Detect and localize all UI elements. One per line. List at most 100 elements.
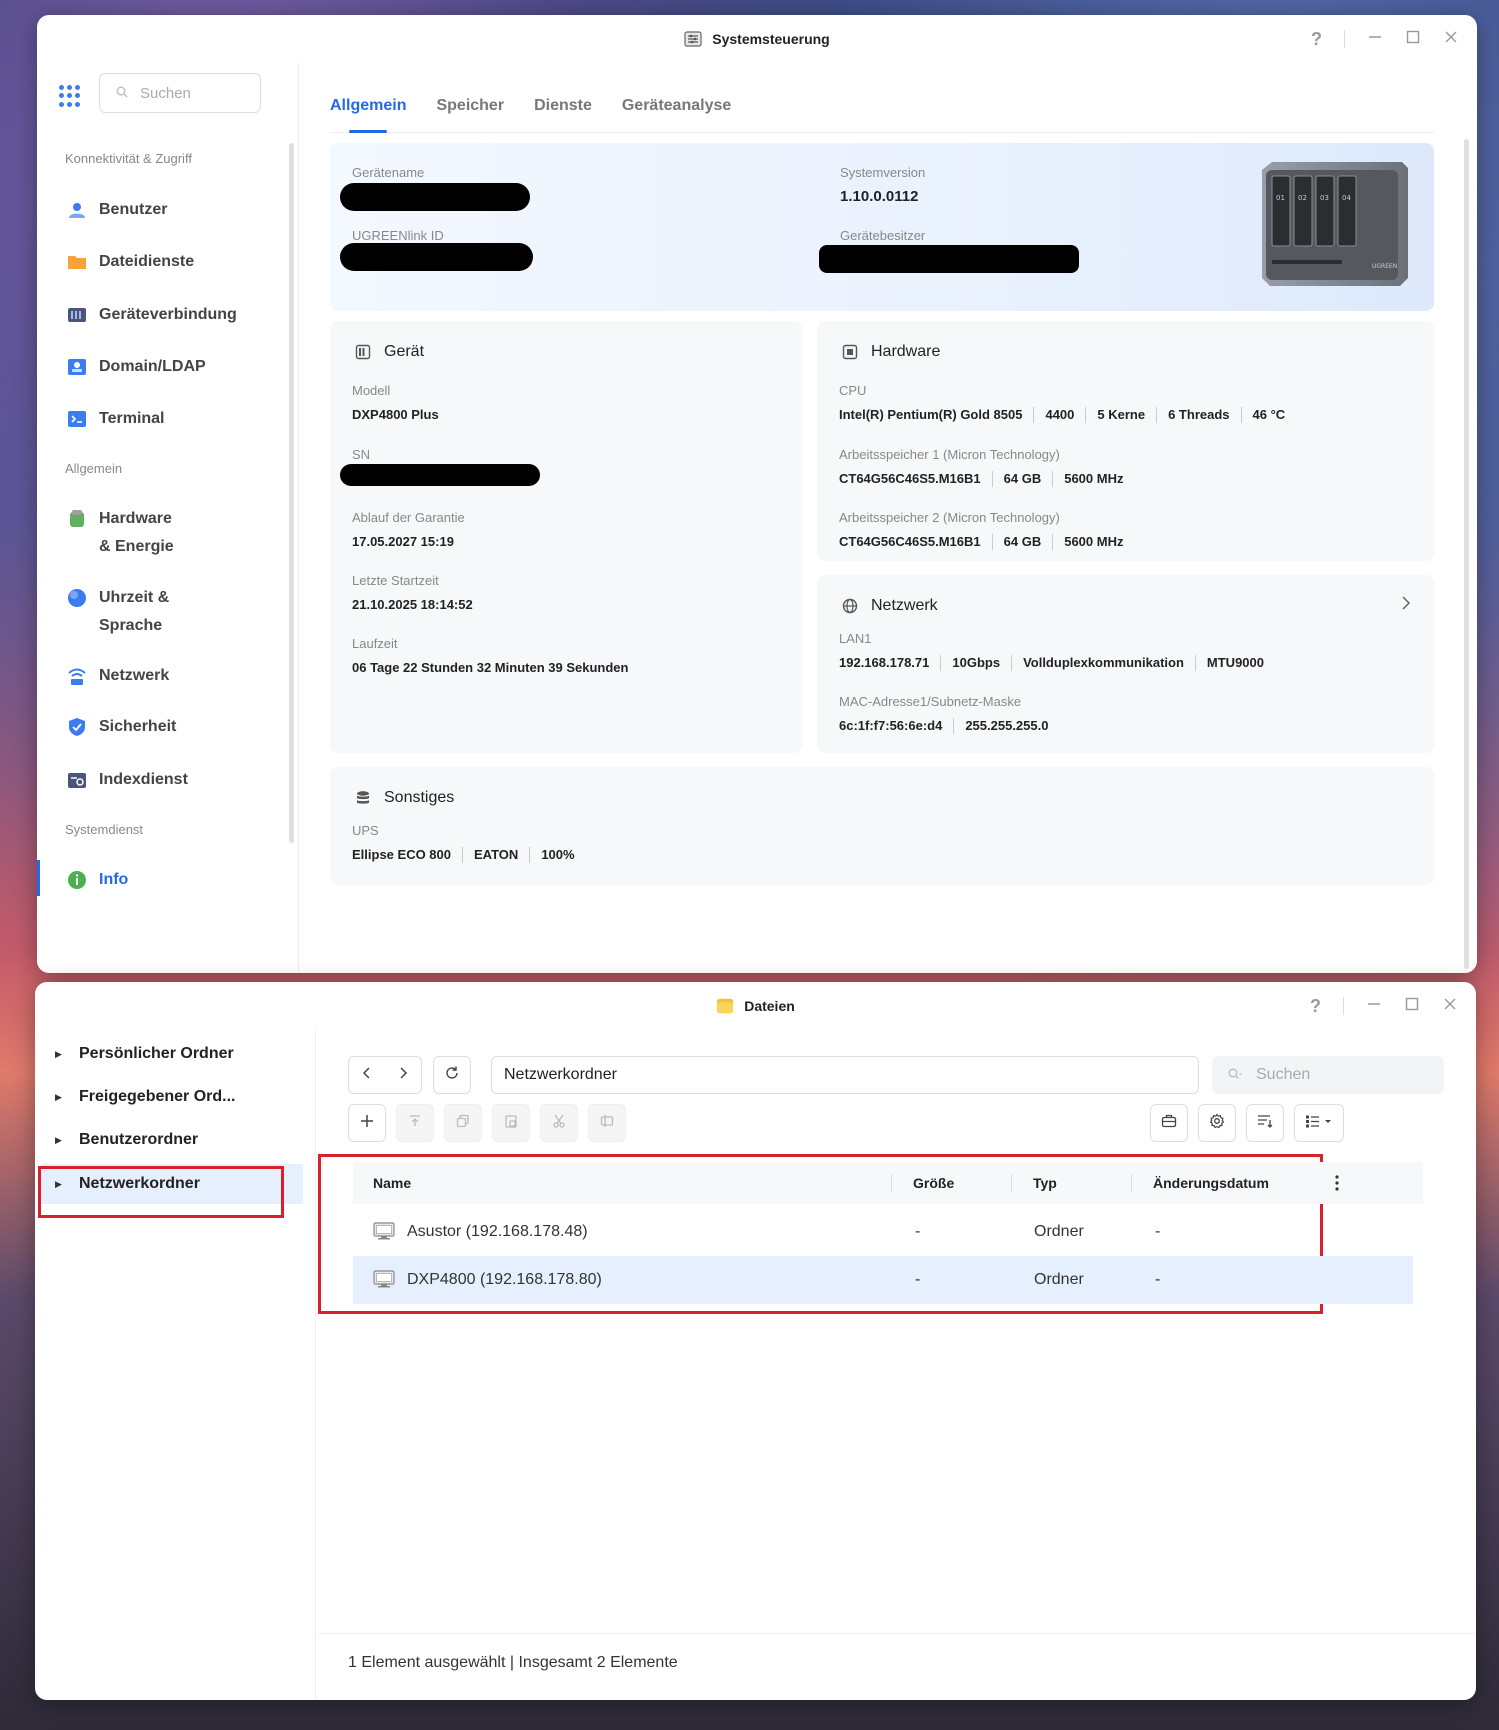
nav-label: Hardware & Energie bbox=[99, 510, 174, 555]
sidebar-item-dateidienste[interactable]: Dateidienste bbox=[67, 252, 194, 276]
paste-button[interactable] bbox=[492, 1104, 530, 1142]
search-placeholder: Suchen bbox=[140, 84, 191, 102]
drive-bay-label: 04 bbox=[1342, 194, 1351, 202]
gear-icon bbox=[1209, 1113, 1225, 1134]
sidebar-search-input[interactable]: Suchen bbox=[99, 73, 261, 113]
sidebar-item-terminal[interactable]: Terminal bbox=[67, 409, 165, 433]
sidebar-item-hardware-energie[interactable]: Hardware & Energie bbox=[67, 509, 187, 561]
sidebar-item-netzwerk[interactable]: Netzwerk bbox=[67, 666, 169, 690]
view-mode-button[interactable] bbox=[1294, 1104, 1344, 1142]
file-size: - bbox=[915, 1223, 921, 1240]
titlebar: Dateien ? bbox=[35, 982, 1476, 1030]
lan-mtu: MTU9000 bbox=[1194, 655, 1275, 671]
column-header-size[interactable]: Größe bbox=[913, 1162, 954, 1204]
column-separator[interactable] bbox=[1011, 1174, 1012, 1192]
ram1-label: Arbeitsspeicher 1 (Micron Technology) bbox=[839, 447, 1060, 462]
new-button[interactable] bbox=[348, 1104, 386, 1142]
cut-button[interactable] bbox=[540, 1104, 578, 1142]
sidebar-item-geraeteverbindung[interactable]: Geräteverbindung bbox=[67, 305, 237, 329]
main-scrollbar[interactable] bbox=[1464, 139, 1469, 969]
tab-dienste[interactable]: Dienste bbox=[534, 73, 592, 132]
tree-label: Freigegebener Ord... bbox=[79, 1088, 236, 1105]
tree-item-benutzerordner[interactable]: ▶ Benutzerordner bbox=[55, 1120, 305, 1160]
maximize-icon[interactable] bbox=[1404, 996, 1420, 1017]
window-title: Dateien bbox=[744, 998, 795, 1014]
minimize-icon[interactable] bbox=[1367, 29, 1383, 50]
lan-label: LAN1 bbox=[839, 631, 872, 646]
sort-icon bbox=[1257, 1114, 1273, 1133]
column-separator[interactable] bbox=[891, 1174, 892, 1192]
sort-button[interactable] bbox=[1246, 1104, 1284, 1142]
help-icon[interactable]: ? bbox=[1310, 996, 1321, 1017]
help-icon[interactable]: ? bbox=[1311, 29, 1322, 50]
sidebar-item-uhrzeit-sprache[interactable]: Uhrzeit & Sprache bbox=[67, 588, 187, 640]
minimize-icon[interactable] bbox=[1366, 996, 1382, 1017]
mac-label: MAC-Adresse1/Subnetz-Maske bbox=[839, 694, 1022, 709]
sidebar-item-indexdienst[interactable]: Indexdienst bbox=[67, 770, 188, 794]
ram2-label: Arbeitsspeicher 2 (Micron Technology) bbox=[839, 510, 1060, 525]
drive-bay-label: 01 bbox=[1276, 194, 1285, 202]
network-drive-icon bbox=[373, 1222, 395, 1245]
briefcase-icon bbox=[1161, 1114, 1177, 1133]
rename-icon bbox=[600, 1114, 614, 1133]
caret-right-icon[interactable]: ▶ bbox=[55, 1092, 73, 1103]
column-header-type[interactable]: Typ bbox=[1033, 1162, 1057, 1204]
tab-geraeteanalyse[interactable]: Geräteanalyse bbox=[622, 73, 731, 132]
paste-icon bbox=[504, 1114, 518, 1133]
column-separator[interactable] bbox=[1131, 1174, 1132, 1192]
close-icon[interactable] bbox=[1442, 996, 1458, 1017]
caret-right-icon[interactable]: ▶ bbox=[55, 1135, 73, 1146]
sidebar-item-domain-ldap[interactable]: Domain/LDAP bbox=[67, 357, 206, 381]
cpu-model: Intel(R) Pentium(R) Gold 8505 bbox=[839, 407, 1023, 422]
sidebar-scrollbar[interactable] bbox=[289, 143, 294, 843]
file-search-input[interactable]: Suchen bbox=[1212, 1056, 1444, 1094]
more-options-icon[interactable] bbox=[1335, 1162, 1339, 1204]
tab-allgemein[interactable]: Allgemein bbox=[330, 73, 406, 133]
sidebar-item-info[interactable]: Info bbox=[67, 870, 128, 894]
highlight-box bbox=[38, 1166, 284, 1218]
tab-speicher[interactable]: Speicher bbox=[436, 73, 504, 132]
redacted-ugreenlink-id bbox=[340, 243, 533, 271]
table-header: Name Größe Typ Änderungsdatum bbox=[353, 1162, 1423, 1204]
model-value: DXP4800 Plus bbox=[352, 407, 439, 422]
boot-time-value: 21.10.2025 18:14:52 bbox=[352, 597, 473, 612]
copy-button[interactable] bbox=[444, 1104, 482, 1142]
scissors-icon bbox=[552, 1114, 566, 1133]
lan-duplex: Vollduplexkommunikation bbox=[1011, 655, 1195, 671]
chevron-right-icon[interactable] bbox=[1400, 595, 1412, 616]
sidebar-item-benutzer[interactable]: Benutzer bbox=[67, 200, 167, 224]
warranty-label: Ablauf der Garantie bbox=[352, 510, 465, 525]
path-bar[interactable]: Netzwerkordner bbox=[491, 1056, 1199, 1094]
upload-button[interactable] bbox=[396, 1104, 434, 1142]
network-card[interactable]: Netzwerk LAN1 192.168.178.71 10Gbps Voll… bbox=[817, 575, 1434, 753]
tree-label: Persönlicher Ordner bbox=[79, 1045, 234, 1062]
column-header-date[interactable]: Änderungsdatum bbox=[1153, 1162, 1269, 1204]
hardware-energy-icon bbox=[67, 509, 87, 529]
card-header: Sonstiges bbox=[354, 789, 454, 807]
sidebar-item-sicherheit[interactable]: Sicherheit bbox=[67, 717, 176, 741]
tree-item-persoenlicher-ordner[interactable]: ▶ Persönlicher Ordner bbox=[55, 1034, 305, 1074]
tree-label: Benutzerordner bbox=[79, 1131, 199, 1148]
table-row[interactable]: DXP4800 (192.168.178.80) - Ordner - bbox=[353, 1256, 1413, 1304]
settings-button[interactable] bbox=[1198, 1104, 1236, 1142]
forward-icon[interactable] bbox=[398, 1066, 408, 1085]
search-icon bbox=[116, 86, 128, 101]
nav-label: Terminal bbox=[99, 410, 165, 427]
maximize-icon[interactable] bbox=[1405, 29, 1421, 50]
nav-label: Uhrzeit & Sprache bbox=[99, 589, 170, 634]
ram2-values: CT64G56C46S5.M16B1 64 GB 5600 MHz bbox=[839, 534, 1134, 550]
rename-button[interactable] bbox=[588, 1104, 626, 1142]
brand-logo: UGREEN bbox=[1372, 263, 1397, 270]
status-bar: 1 Element ausgewählt | Insgesamt 2 Eleme… bbox=[348, 1654, 678, 1671]
window-title: Systemsteuerung bbox=[712, 31, 830, 47]
column-header-name[interactable]: Name bbox=[373, 1162, 411, 1204]
tree-item-freigegebener-ordner[interactable]: ▶ Freigegebener Ord... bbox=[55, 1077, 305, 1117]
caret-right-icon[interactable]: ▶ bbox=[55, 1049, 73, 1060]
back-icon[interactable] bbox=[362, 1066, 372, 1085]
close-icon[interactable] bbox=[1443, 29, 1459, 50]
nav-label: Sicherheit bbox=[99, 718, 177, 735]
toolbox-button[interactable] bbox=[1150, 1104, 1188, 1142]
table-row[interactable]: Asustor (192.168.178.48) - Ordner - bbox=[353, 1208, 1413, 1256]
refresh-button[interactable] bbox=[433, 1056, 471, 1094]
app-grid-icon[interactable] bbox=[59, 85, 81, 107]
